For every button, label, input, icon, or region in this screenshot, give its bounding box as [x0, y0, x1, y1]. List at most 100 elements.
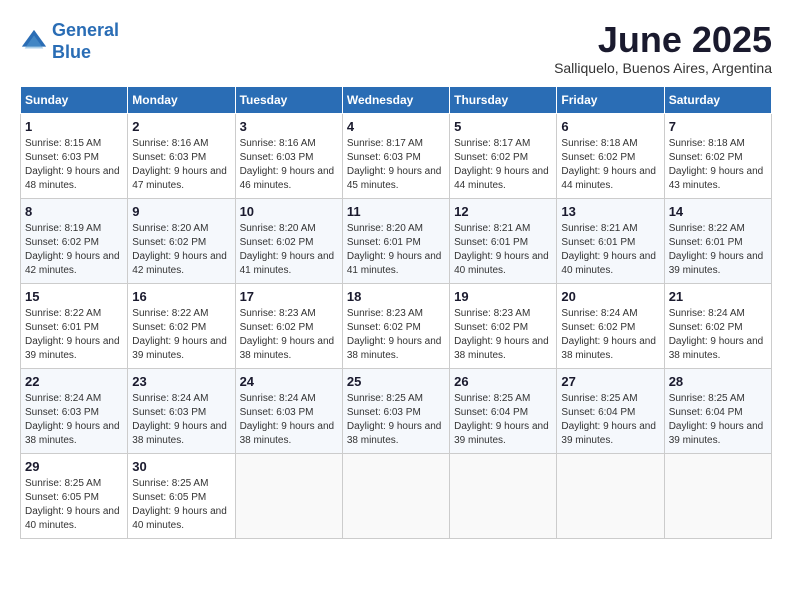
day-number: 9: [132, 204, 230, 219]
day-number: 13: [561, 204, 659, 219]
day-number: 14: [669, 204, 767, 219]
day-detail: Sunrise: 8:16 AMSunset: 6:03 PMDaylight:…: [132, 137, 230, 193]
day-detail: Sunrise: 8:22 AMSunset: 6:01 PMDaylight:…: [669, 222, 767, 278]
logo-text: General Blue: [52, 20, 119, 63]
day-number: 10: [240, 204, 338, 219]
day-cell: 9 Sunrise: 8:20 AMSunset: 6:02 PMDaylight…: [128, 198, 235, 283]
calendar-header: SundayMondayTuesdayWednesdayThursdayFrid…: [21, 86, 772, 113]
header-cell-wednesday: Wednesday: [342, 86, 449, 113]
day-detail: Sunrise: 8:24 AMSunset: 6:03 PMDaylight:…: [25, 392, 123, 448]
header-cell-monday: Monday: [128, 86, 235, 113]
day-number: 21: [669, 289, 767, 304]
calendar-table: SundayMondayTuesdayWednesdayThursdayFrid…: [20, 86, 772, 539]
day-number: 17: [240, 289, 338, 304]
day-number: 3: [240, 119, 338, 134]
day-detail: Sunrise: 8:21 AMSunset: 6:01 PMDaylight:…: [454, 222, 552, 278]
day-number: 11: [347, 204, 445, 219]
month-title: June 2025: [554, 20, 772, 60]
day-cell: 8 Sunrise: 8:19 AMSunset: 6:02 PMDaylight…: [21, 198, 128, 283]
day-detail: Sunrise: 8:19 AMSunset: 6:02 PMDaylight:…: [25, 222, 123, 278]
day-detail: Sunrise: 8:20 AMSunset: 6:02 PMDaylight:…: [240, 222, 338, 278]
day-number: 30: [132, 459, 230, 474]
day-number: 20: [561, 289, 659, 304]
week-row-5: 29 Sunrise: 8:25 AMSunset: 6:05 PMDayligh…: [21, 453, 772, 538]
day-detail: Sunrise: 8:25 AMSunset: 6:04 PMDaylight:…: [561, 392, 659, 448]
day-cell: 1Sunrise: 8:15 AMSunset: 6:03 PMDaylight…: [21, 113, 128, 198]
day-cell: 15 Sunrise: 8:22 AMSunset: 6:01 PMDayligh…: [21, 283, 128, 368]
day-number: 29: [25, 459, 123, 474]
week-row-3: 15 Sunrise: 8:22 AMSunset: 6:01 PMDayligh…: [21, 283, 772, 368]
day-cell: 10 Sunrise: 8:20 AMSunset: 6:02 PMDayligh…: [235, 198, 342, 283]
day-cell: 25Sunrise: 8:25 AMSunset: 6:03 PMDayligh…: [342, 368, 449, 453]
day-detail: Sunrise: 8:25 AMSunset: 6:03 PMDaylight:…: [347, 392, 445, 448]
day-number: 22: [25, 374, 123, 389]
day-number: 26: [454, 374, 552, 389]
header-cell-tuesday: Tuesday: [235, 86, 342, 113]
day-number: 24: [240, 374, 338, 389]
day-cell: 14 Sunrise: 8:22 AMSunset: 6:01 PMDayligh…: [664, 198, 771, 283]
header-cell-saturday: Saturday: [664, 86, 771, 113]
day-detail: Sunrise: 8:22 AMSunset: 6:02 PMDaylight:…: [132, 307, 230, 363]
day-detail: Sunrise: 8:23 AMSunset: 6:02 PMDaylight:…: [240, 307, 338, 363]
day-number: 23: [132, 374, 230, 389]
day-detail: Sunrise: 8:22 AMSunset: 6:01 PMDaylight:…: [25, 307, 123, 363]
day-cell: [342, 453, 449, 538]
logo: General Blue: [20, 20, 119, 63]
day-cell: 4 Sunrise: 8:17 AMSunset: 6:03 PMDaylight…: [342, 113, 449, 198]
day-cell: 6Sunrise: 8:18 AMSunset: 6:02 PMDaylight…: [557, 113, 664, 198]
day-number: 18: [347, 289, 445, 304]
day-number: 8: [25, 204, 123, 219]
day-detail: Sunrise: 8:25 AMSunset: 6:05 PMDaylight:…: [132, 477, 230, 533]
day-detail: Sunrise: 8:23 AMSunset: 6:02 PMDaylight:…: [454, 307, 552, 363]
day-detail: Sunrise: 8:24 AMSunset: 6:02 PMDaylight:…: [561, 307, 659, 363]
day-detail: Sunrise: 8:20 AMSunset: 6:02 PMDaylight:…: [132, 222, 230, 278]
week-row-4: 22 Sunrise: 8:24 AMSunset: 6:03 PMDayligh…: [21, 368, 772, 453]
day-cell: 23 Sunrise: 8:24 AMSunset: 6:03 PMDayligh…: [128, 368, 235, 453]
day-number: 15: [25, 289, 123, 304]
day-number: 6: [561, 119, 659, 134]
logo-line2: Blue: [52, 42, 91, 62]
day-cell: 19Sunrise: 8:23 AMSunset: 6:02 PMDayligh…: [450, 283, 557, 368]
day-detail: Sunrise: 8:16 AMSunset: 6:03 PMDaylight:…: [240, 137, 338, 193]
day-detail: Sunrise: 8:24 AMSunset: 6:03 PMDaylight:…: [240, 392, 338, 448]
day-cell: 21Sunrise: 8:24 AMSunset: 6:02 PMDayligh…: [664, 283, 771, 368]
day-cell: [450, 453, 557, 538]
day-cell: 11 Sunrise: 8:20 AMSunset: 6:01 PMDayligh…: [342, 198, 449, 283]
day-cell: [557, 453, 664, 538]
day-number: 5: [454, 119, 552, 134]
header-cell-sunday: Sunday: [21, 86, 128, 113]
day-number: 1: [25, 119, 123, 134]
day-cell: [235, 453, 342, 538]
day-cell: 24 Sunrise: 8:24 AMSunset: 6:03 PMDayligh…: [235, 368, 342, 453]
calendar-body: 1Sunrise: 8:15 AMSunset: 6:03 PMDaylight…: [21, 113, 772, 538]
header-cell-friday: Friday: [557, 86, 664, 113]
title-area: June 2025 Salliquelo, Buenos Aires, Arge…: [554, 20, 772, 76]
day-detail: Sunrise: 8:17 AMSunset: 6:03 PMDaylight:…: [347, 137, 445, 193]
logo-line1: General: [52, 20, 119, 40]
day-cell: 20 Sunrise: 8:24 AMSunset: 6:02 PMDayligh…: [557, 283, 664, 368]
day-detail: Sunrise: 8:17 AMSunset: 6:02 PMDaylight:…: [454, 137, 552, 193]
day-cell: 13Sunrise: 8:21 AMSunset: 6:01 PMDayligh…: [557, 198, 664, 283]
day-number: 7: [669, 119, 767, 134]
week-row-2: 8 Sunrise: 8:19 AMSunset: 6:02 PMDaylight…: [21, 198, 772, 283]
day-cell: 3 Sunrise: 8:16 AMSunset: 6:03 PMDaylight…: [235, 113, 342, 198]
subtitle: Salliquelo, Buenos Aires, Argentina: [554, 60, 772, 76]
day-cell: 22 Sunrise: 8:24 AMSunset: 6:03 PMDayligh…: [21, 368, 128, 453]
day-cell: 17 Sunrise: 8:23 AMSunset: 6:02 PMDayligh…: [235, 283, 342, 368]
day-detail: Sunrise: 8:23 AMSunset: 6:02 PMDaylight:…: [347, 307, 445, 363]
day-detail: Sunrise: 8:18 AMSunset: 6:02 PMDaylight:…: [669, 137, 767, 193]
week-row-1: 1Sunrise: 8:15 AMSunset: 6:03 PMDaylight…: [21, 113, 772, 198]
day-cell: 5 Sunrise: 8:17 AMSunset: 6:02 PMDaylight…: [450, 113, 557, 198]
day-number: 4: [347, 119, 445, 134]
day-cell: 16Sunrise: 8:22 AMSunset: 6:02 PMDayligh…: [128, 283, 235, 368]
header-cell-thursday: Thursday: [450, 86, 557, 113]
day-cell: 30 Sunrise: 8:25 AMSunset: 6:05 PMDayligh…: [128, 453, 235, 538]
day-number: 27: [561, 374, 659, 389]
day-detail: Sunrise: 8:25 AMSunset: 6:04 PMDaylight:…: [454, 392, 552, 448]
day-detail: Sunrise: 8:25 AMSunset: 6:04 PMDaylight:…: [669, 392, 767, 448]
day-detail: Sunrise: 8:24 AMSunset: 6:03 PMDaylight:…: [132, 392, 230, 448]
day-detail: Sunrise: 8:20 AMSunset: 6:01 PMDaylight:…: [347, 222, 445, 278]
day-number: 2: [132, 119, 230, 134]
day-cell: 12Sunrise: 8:21 AMSunset: 6:01 PMDayligh…: [450, 198, 557, 283]
day-cell: 28Sunrise: 8:25 AMSunset: 6:04 PMDayligh…: [664, 368, 771, 453]
